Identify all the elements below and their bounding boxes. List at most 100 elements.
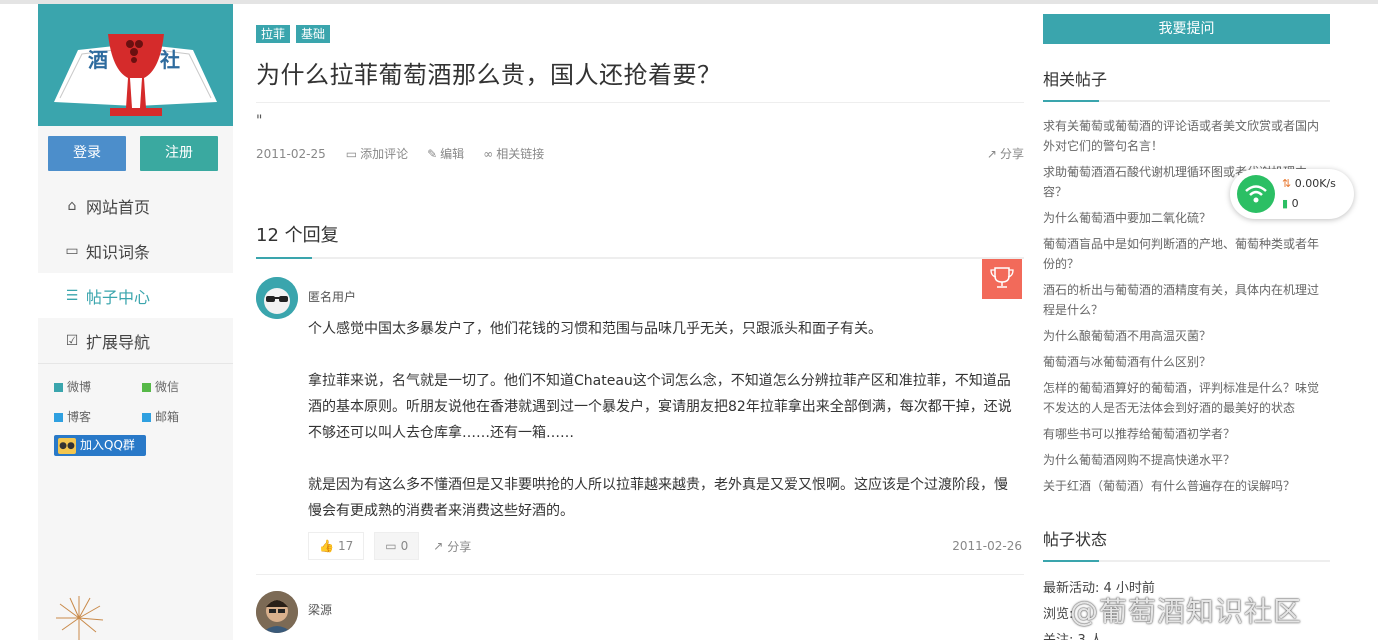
- site-logo[interactable]: 酒 社: [38, 4, 233, 126]
- reply-item: 匿名用户 个人感觉中国太多暴发户了，他们花钱的习惯和范围与品味几乎无关，只跟派头…: [256, 259, 1024, 575]
- nav-item-posts[interactable]: ☰ 帖子中心: [38, 273, 233, 318]
- social-label: 微信: [155, 380, 180, 394]
- reply-content: 个人感觉中国太多暴发户了，他们花钱的习惯和范围与品味几乎无关，只跟派头和面子有关…: [308, 277, 1020, 524]
- reply-share-button[interactable]: ↗ 分享: [429, 532, 475, 560]
- weibo-icon: [54, 383, 63, 392]
- reply-actions: 👍 17 ▭ 0 ↗ 分享 2011-02-26: [308, 532, 1024, 560]
- trophy-icon: [982, 259, 1022, 299]
- upload-speed: ⇅ 0.00K/s: [1282, 177, 1336, 190]
- login-button[interactable]: 登录: [48, 136, 126, 171]
- ask-question-button[interactable]: 我要提问: [1043, 14, 1330, 44]
- blog-icon: [54, 413, 63, 422]
- social-blog-link[interactable]: 博客: [54, 408, 142, 425]
- like-button[interactable]: 👍 17: [308, 532, 365, 560]
- reply-date: 2011-02-26: [952, 539, 1022, 553]
- edit-icon: ☑: [65, 332, 79, 349]
- related-post-link[interactable]: 葡萄酒盲品中是如何判断酒的产地、葡萄种类或者年份的？: [1043, 234, 1330, 274]
- related-post-link[interactable]: 怎样的葡萄酒算好的葡萄酒，评判标准是什么？味觉不发达的人是否无法体会到好酒的最美…: [1043, 378, 1330, 418]
- reply-paragraph: 个人感觉中国太多暴发户了，他们花钱的习惯和范围与品味几乎无关，只跟派头和面子有关…: [308, 321, 882, 337]
- social-label: 邮箱: [155, 410, 180, 424]
- reply-paragraph: 就是因为有这么多不懂酒但是又非要哄抢的人所以拉菲越来越贵，老外真是又爱又恨啊。这…: [308, 477, 1008, 519]
- best-answer-badge: [982, 259, 1022, 299]
- share-icon: ↗: [986, 146, 997, 161]
- reply-item: 梁源: [256, 575, 1024, 635]
- tag-basics[interactable]: 基础: [296, 25, 331, 43]
- logo-char-2: 社: [160, 48, 180, 72]
- link-icon: ∞: [483, 146, 494, 161]
- qq-group-icon: ●●: [58, 437, 76, 454]
- related-post-link[interactable]: 为什么葡萄酒网购不提高快递水平？: [1043, 450, 1330, 470]
- dandelion-decoration: [56, 596, 104, 640]
- chat-icon: ▭: [65, 242, 79, 259]
- social-email-link[interactable]: 邮箱: [142, 408, 230, 425]
- upload-speed-value: 0.00K/s: [1294, 177, 1336, 190]
- post-status-title: 帖子状态: [1043, 530, 1108, 549]
- replies-count: 12 个回复: [256, 225, 339, 246]
- right-sidebar: 我要提问 相关帖子 求有关葡萄或葡萄酒的评论语或者美文欣赏或者国内外对它们的警句…: [1043, 4, 1330, 640]
- post-main: 拉菲 基础 为什么拉菲葡萄酒那么贵，国人还抢着要？ " 2011-02-25 ▭…: [256, 4, 1024, 635]
- social-weibo-link[interactable]: 微博: [54, 378, 142, 395]
- post-meta: 2011-02-25 ▭ 添加评论 ✎ 编辑 ∞ 相关链接 ↗ 分享: [256, 145, 1024, 162]
- related-post-link[interactable]: 为什么酿葡萄酒不用高温灭菌？: [1043, 326, 1330, 346]
- comment-icon: ▭: [385, 539, 397, 553]
- share-icon: ↗: [433, 539, 444, 553]
- add-comment-link[interactable]: ▭ 添加评论: [346, 145, 408, 162]
- post-body: ": [256, 113, 263, 129]
- edit-link[interactable]: ✎ 编辑: [427, 145, 464, 162]
- logo-char-1: 酒: [88, 48, 108, 72]
- sidebar: 酒 社 登录 注册 ⌂ 网站首页 ▭ 知识词条 ☰ 帖子中心 ☑ 扩展导航 微博…: [38, 4, 233, 640]
- related-link-label: 相关链接: [496, 147, 545, 161]
- title-divider: [256, 102, 1024, 103]
- post-share-link[interactable]: ↗ 分享: [987, 145, 1024, 162]
- share-label: 分享: [447, 539, 472, 554]
- nav-item-label: 知识词条: [86, 242, 151, 262]
- nav-item-extensions[interactable]: ☑ 扩展导航: [38, 318, 233, 363]
- tag-lafite[interactable]: 拉菲: [256, 25, 291, 43]
- post-tags: 拉菲 基础: [256, 25, 1024, 43]
- related-post-link[interactable]: 关于红酒（葡萄酒）有什么普遍存在的误解吗？: [1043, 476, 1330, 496]
- watermark: @葡萄酒知识社区: [1070, 595, 1303, 628]
- related-post-link[interactable]: 酒石的析出与葡萄酒的酒精度有关，具体内在机理过程是什么？: [1043, 280, 1330, 320]
- post-title: 为什么拉菲葡萄酒那么贵，国人还抢着要？: [256, 61, 722, 89]
- reply-paragraph: 拿拉菲来说，名气就是一切了。他们不知道Chateau这个词怎么念，不知道怎么分辨…: [308, 373, 1012, 441]
- comment-icon: ▭: [345, 146, 358, 161]
- reply-author[interactable]: 匿名用户: [308, 288, 356, 305]
- social-wechat-link[interactable]: 微信: [142, 378, 230, 395]
- social-links: 微博 微信 博客 邮箱: [38, 364, 233, 425]
- comment-button[interactable]: ▭ 0: [374, 532, 420, 560]
- avatar[interactable]: [256, 277, 298, 319]
- related-post-link[interactable]: 求有关葡萄或葡萄酒的评论语或者美文欣赏或者国内外对它们的警句名言！: [1043, 116, 1330, 156]
- avatar[interactable]: [256, 591, 298, 633]
- reply-author[interactable]: 梁源: [308, 601, 332, 618]
- social-label: 微博: [67, 380, 92, 394]
- email-icon: [142, 413, 151, 422]
- nav-item-home[interactable]: ⌂ 网站首页: [38, 183, 233, 228]
- related-posts-divider: [1043, 100, 1330, 102]
- social-label: 博客: [67, 410, 92, 424]
- post-status-divider: [1043, 560, 1330, 562]
- related-posts-title: 相关帖子: [1043, 70, 1108, 89]
- add-comment-label: 添加评论: [360, 147, 409, 161]
- related-post-link[interactable]: 葡萄酒与冰葡萄酒有什么区别？: [1043, 352, 1330, 372]
- network-speed-widget[interactable]: ⇅ 0.00K/s ▮ 0: [1230, 169, 1354, 219]
- comment-count: 0: [400, 539, 409, 553]
- join-qq-group-button[interactable]: ●● 加入QQ群: [54, 435, 146, 456]
- wifi-icon: [1237, 175, 1275, 213]
- share-label: 分享: [999, 147, 1024, 161]
- thumbs-up-icon: 👍: [319, 539, 334, 553]
- edit-label: 编辑: [440, 147, 465, 161]
- related-post-link[interactable]: 有哪些书可以推荐给葡萄酒初学者？: [1043, 424, 1330, 444]
- nav-item-knowledge[interactable]: ▭ 知识词条: [38, 228, 233, 273]
- like-count: 17: [337, 539, 354, 553]
- download-count-value: 0: [1291, 197, 1299, 210]
- post-date: 2011-02-25: [256, 146, 326, 161]
- battery-icon: ▮: [1282, 197, 1289, 210]
- nav-item-label: 网站首页: [86, 197, 151, 217]
- related-link[interactable]: ∞ 相关链接: [483, 145, 544, 162]
- wechat-icon: [142, 383, 151, 392]
- transfer-arrows-icon: ⇅: [1282, 177, 1292, 190]
- qq-label: 加入QQ群: [80, 438, 135, 452]
- nav-item-label: 扩展导航: [86, 332, 151, 352]
- home-icon: ⌂: [67, 197, 77, 214]
- register-button[interactable]: 注册: [140, 136, 218, 171]
